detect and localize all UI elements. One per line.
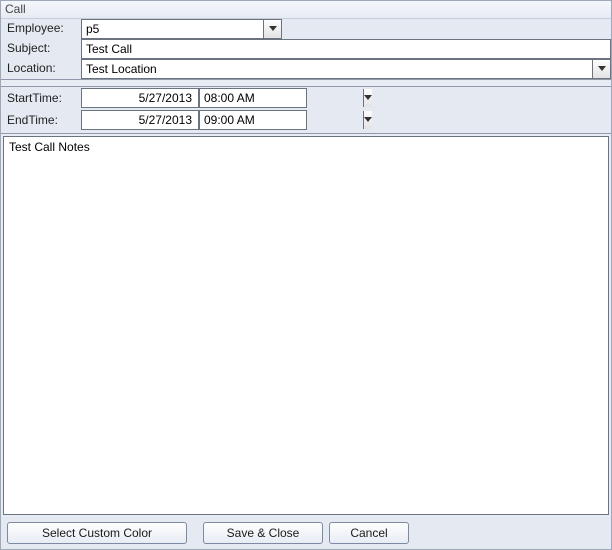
end-time-dropdown-button[interactable] (363, 111, 372, 129)
location-dropdown-button[interactable] (592, 60, 610, 78)
location-combo[interactable] (81, 59, 611, 79)
end-time-input[interactable] (200, 111, 363, 129)
endtime-label: EndTime: (1, 110, 81, 131)
footer: Select Custom Color Save & Close Cancel (1, 517, 611, 549)
call-dialog: Call Employee: Subject: Location: (0, 0, 612, 550)
starttime-label: StartTime: (1, 88, 81, 109)
notes-area (3, 136, 609, 515)
location-input[interactable] (82, 60, 592, 78)
subject-input[interactable] (81, 39, 611, 59)
start-date-input[interactable] (81, 88, 199, 108)
employee-dropdown-button[interactable] (263, 20, 281, 38)
end-time-combo[interactable] (199, 110, 307, 130)
employee-label: Employee: (1, 19, 81, 39)
employee-combo[interactable] (81, 19, 282, 39)
chevron-down-icon (364, 95, 372, 101)
chevron-down-icon (269, 26, 277, 32)
form-header: Employee: Subject: Location: (1, 19, 611, 80)
chevron-down-icon (364, 117, 372, 123)
start-time-dropdown-button[interactable] (363, 89, 372, 107)
select-custom-color-button[interactable]: Select Custom Color (7, 522, 187, 544)
end-date-input[interactable] (81, 110, 199, 130)
start-time-input[interactable] (200, 89, 363, 107)
subject-label: Subject: (1, 39, 81, 59)
save-and-close-button[interactable]: Save & Close (203, 522, 323, 544)
time-section: StartTime: EndTime: (1, 86, 611, 134)
employee-input[interactable] (82, 20, 263, 38)
chevron-down-icon (598, 66, 606, 72)
notes-textarea[interactable] (4, 137, 608, 514)
cancel-button[interactable]: Cancel (329, 522, 409, 544)
location-label: Location: (1, 59, 81, 79)
window-title: Call (1, 1, 611, 19)
start-time-combo[interactable] (199, 88, 307, 108)
